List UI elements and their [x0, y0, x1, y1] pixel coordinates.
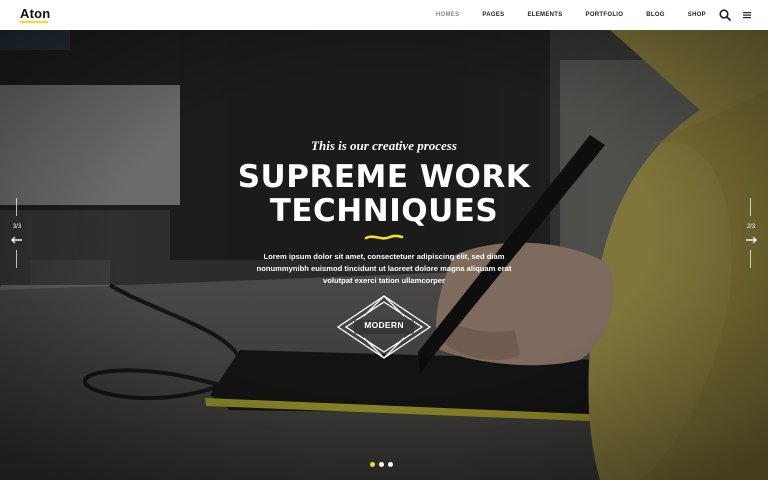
hero-description-line-1: Lorem ipsum dolor sit amet, consectetuer… [263, 252, 505, 261]
badge-label: MODERN [364, 320, 404, 330]
hero-description-line-2: nonummynibh euismod tincidunt ut laoreet… [256, 264, 512, 273]
prev-line-top [16, 198, 17, 216]
site-header: Aton HOMES PAGES ELEMENTS PORTFOLIO BLOG… [0, 0, 768, 30]
hero-title: SUPREME WORK TECHNIQUES [0, 160, 768, 228]
next-slide-counter: 2/3 [746, 224, 756, 230]
slider-next-control: 2/3 [744, 198, 758, 268]
site-logo[interactable]: Aton [20, 6, 50, 21]
hamburger-menu-icon[interactable] [740, 8, 754, 22]
hero-description-line-3: volutpat exerci tation ullamcorper [323, 276, 445, 285]
search-icon[interactable] [718, 8, 732, 22]
nav-item-homes[interactable]: HOMES [436, 12, 460, 18]
hero-slider: This is our creative process SUPREME WOR… [0, 30, 768, 480]
logo-underline [20, 21, 48, 23]
slider-pagination [370, 462, 397, 467]
hero-title-line-2: TECHNIQUES [269, 193, 499, 229]
hero-tagline: This is our creative process [311, 138, 457, 153]
slider-prev-control: 3/3 [10, 198, 24, 268]
hero-description: Lorem ipsum dolor sit amet, consectetuer… [254, 251, 514, 287]
prev-line-bottom [16, 250, 17, 268]
nav-item-portfolio[interactable]: PORTFOLIO [586, 12, 624, 18]
main-nav: HOMES PAGES ELEMENTS PORTFOLIO BLOG SHOP [413, 0, 706, 30]
pagination-dot-3[interactable] [388, 462, 393, 467]
nav-item-blog[interactable]: BLOG [646, 12, 665, 18]
prev-slide-counter: 3/3 [12, 224, 22, 230]
hero-content: This is our creative process SUPREME WOR… [0, 30, 768, 480]
yellow-squiggle-divider [364, 234, 404, 240]
next-line-bottom [750, 250, 751, 268]
pagination-dot-2[interactable] [379, 462, 384, 467]
nav-item-shop[interactable]: SHOP [688, 12, 706, 18]
hero-title-line-1: SUPREME WORK [237, 159, 531, 195]
next-line-top [750, 198, 751, 216]
nav-item-elements[interactable]: ELEMENTS [527, 12, 562, 18]
nav-item-pages[interactable]: PAGES [482, 12, 504, 18]
arrow-left-icon[interactable] [10, 235, 24, 245]
arrow-right-icon[interactable] [744, 235, 758, 245]
pagination-dot-1[interactable] [370, 462, 375, 467]
